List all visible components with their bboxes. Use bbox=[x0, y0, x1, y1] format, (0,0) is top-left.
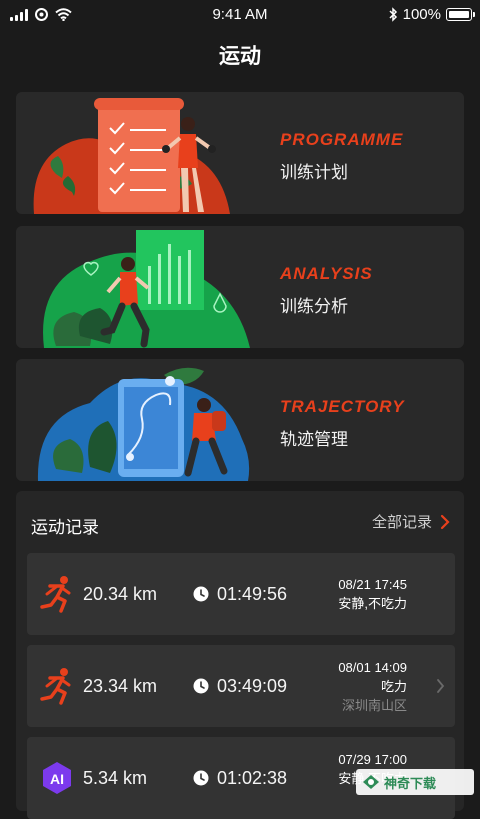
all-records-label: 全部记录 bbox=[371, 514, 432, 531]
running-icon bbox=[40, 668, 71, 705]
card-programme-en-title: PROGRAMME bbox=[280, 130, 404, 149]
clock-icon bbox=[193, 770, 209, 786]
records-title: 运动记录 bbox=[31, 518, 99, 537]
record-distance: 23.34 km bbox=[83, 676, 158, 696]
record-distance: 5.34 km bbox=[83, 768, 148, 788]
clock-icon bbox=[193, 586, 209, 602]
record-note: 安静,不吃力 bbox=[338, 596, 407, 611]
record-duration: 01:49:56 bbox=[217, 584, 288, 604]
card-trajectory-cn-title: 轨迹管理 bbox=[280, 430, 348, 449]
record-meta: 08/01 14:09 吃力 深圳南山区 bbox=[338, 658, 407, 715]
records-panel: 运动记录 全部记录 20.34 km 01:49:56 08/21 17:45 … bbox=[16, 491, 464, 819]
card-analysis-cn-title: 训练分析 bbox=[280, 297, 348, 316]
record-datetime: 08/01 14:09 bbox=[338, 660, 407, 675]
clock-icon bbox=[193, 678, 209, 694]
card-programme-cn-title: 训练计划 bbox=[280, 163, 348, 182]
card-analysis-en-title: ANALYSIS bbox=[280, 264, 373, 283]
watermark-text: 神奇下载 bbox=[384, 775, 437, 791]
analysis-illustration bbox=[43, 230, 250, 348]
all-records-link[interactable]: 全部记录 bbox=[372, 511, 450, 532]
card-programme[interactable]: PROGRAMME 训练计划 bbox=[16, 92, 464, 214]
record-datetime: 07/29 17:00 bbox=[338, 752, 407, 767]
status-bar: 9:41 AM 100% bbox=[0, 0, 480, 30]
watermark-logo-icon bbox=[363, 775, 379, 789]
record-distance: 20.34 km bbox=[83, 584, 158, 604]
page-title: 运动 bbox=[219, 45, 261, 68]
chevron-right-icon bbox=[437, 679, 445, 693]
trajectory-illustration bbox=[37, 367, 250, 481]
record-duration: 01:02:38 bbox=[217, 768, 288, 788]
card-trajectory-en-title: TRAJECTORY bbox=[280, 397, 405, 416]
record-item[interactable]: 20.34 km 01:49:56 08/21 17:45 安静,不吃力 bbox=[27, 553, 455, 635]
programme-illustration bbox=[33, 98, 230, 214]
status-right: 100% bbox=[389, 6, 475, 23]
card-analysis[interactable]: ANALYSIS 训练分析 bbox=[16, 226, 464, 348]
ai-badge-label: AI bbox=[50, 771, 64, 787]
record-location: 深圳南山区 bbox=[341, 698, 407, 713]
battery-percent: 100% bbox=[402, 6, 441, 23]
record-note: 吃力 bbox=[380, 679, 407, 694]
ai-badge-icon: AI bbox=[43, 762, 71, 794]
record-duration: 03:49:09 bbox=[217, 676, 288, 696]
record-item[interactable]: 23.34 km 03:49:09 08/01 14:09 吃力 深圳南山区 bbox=[27, 645, 455, 727]
record-meta: 08/21 17:45 安静,不吃力 bbox=[338, 575, 407, 613]
battery-icon bbox=[446, 8, 475, 21]
bluetooth-icon bbox=[389, 7, 397, 22]
record-datetime: 08/21 17:45 bbox=[338, 577, 407, 592]
running-icon bbox=[40, 576, 71, 613]
chevron-right-icon bbox=[440, 514, 450, 529]
card-trajectory[interactable]: TRAJECTORY 轨迹管理 bbox=[16, 359, 464, 481]
watermark: 神奇下载 bbox=[356, 769, 474, 795]
